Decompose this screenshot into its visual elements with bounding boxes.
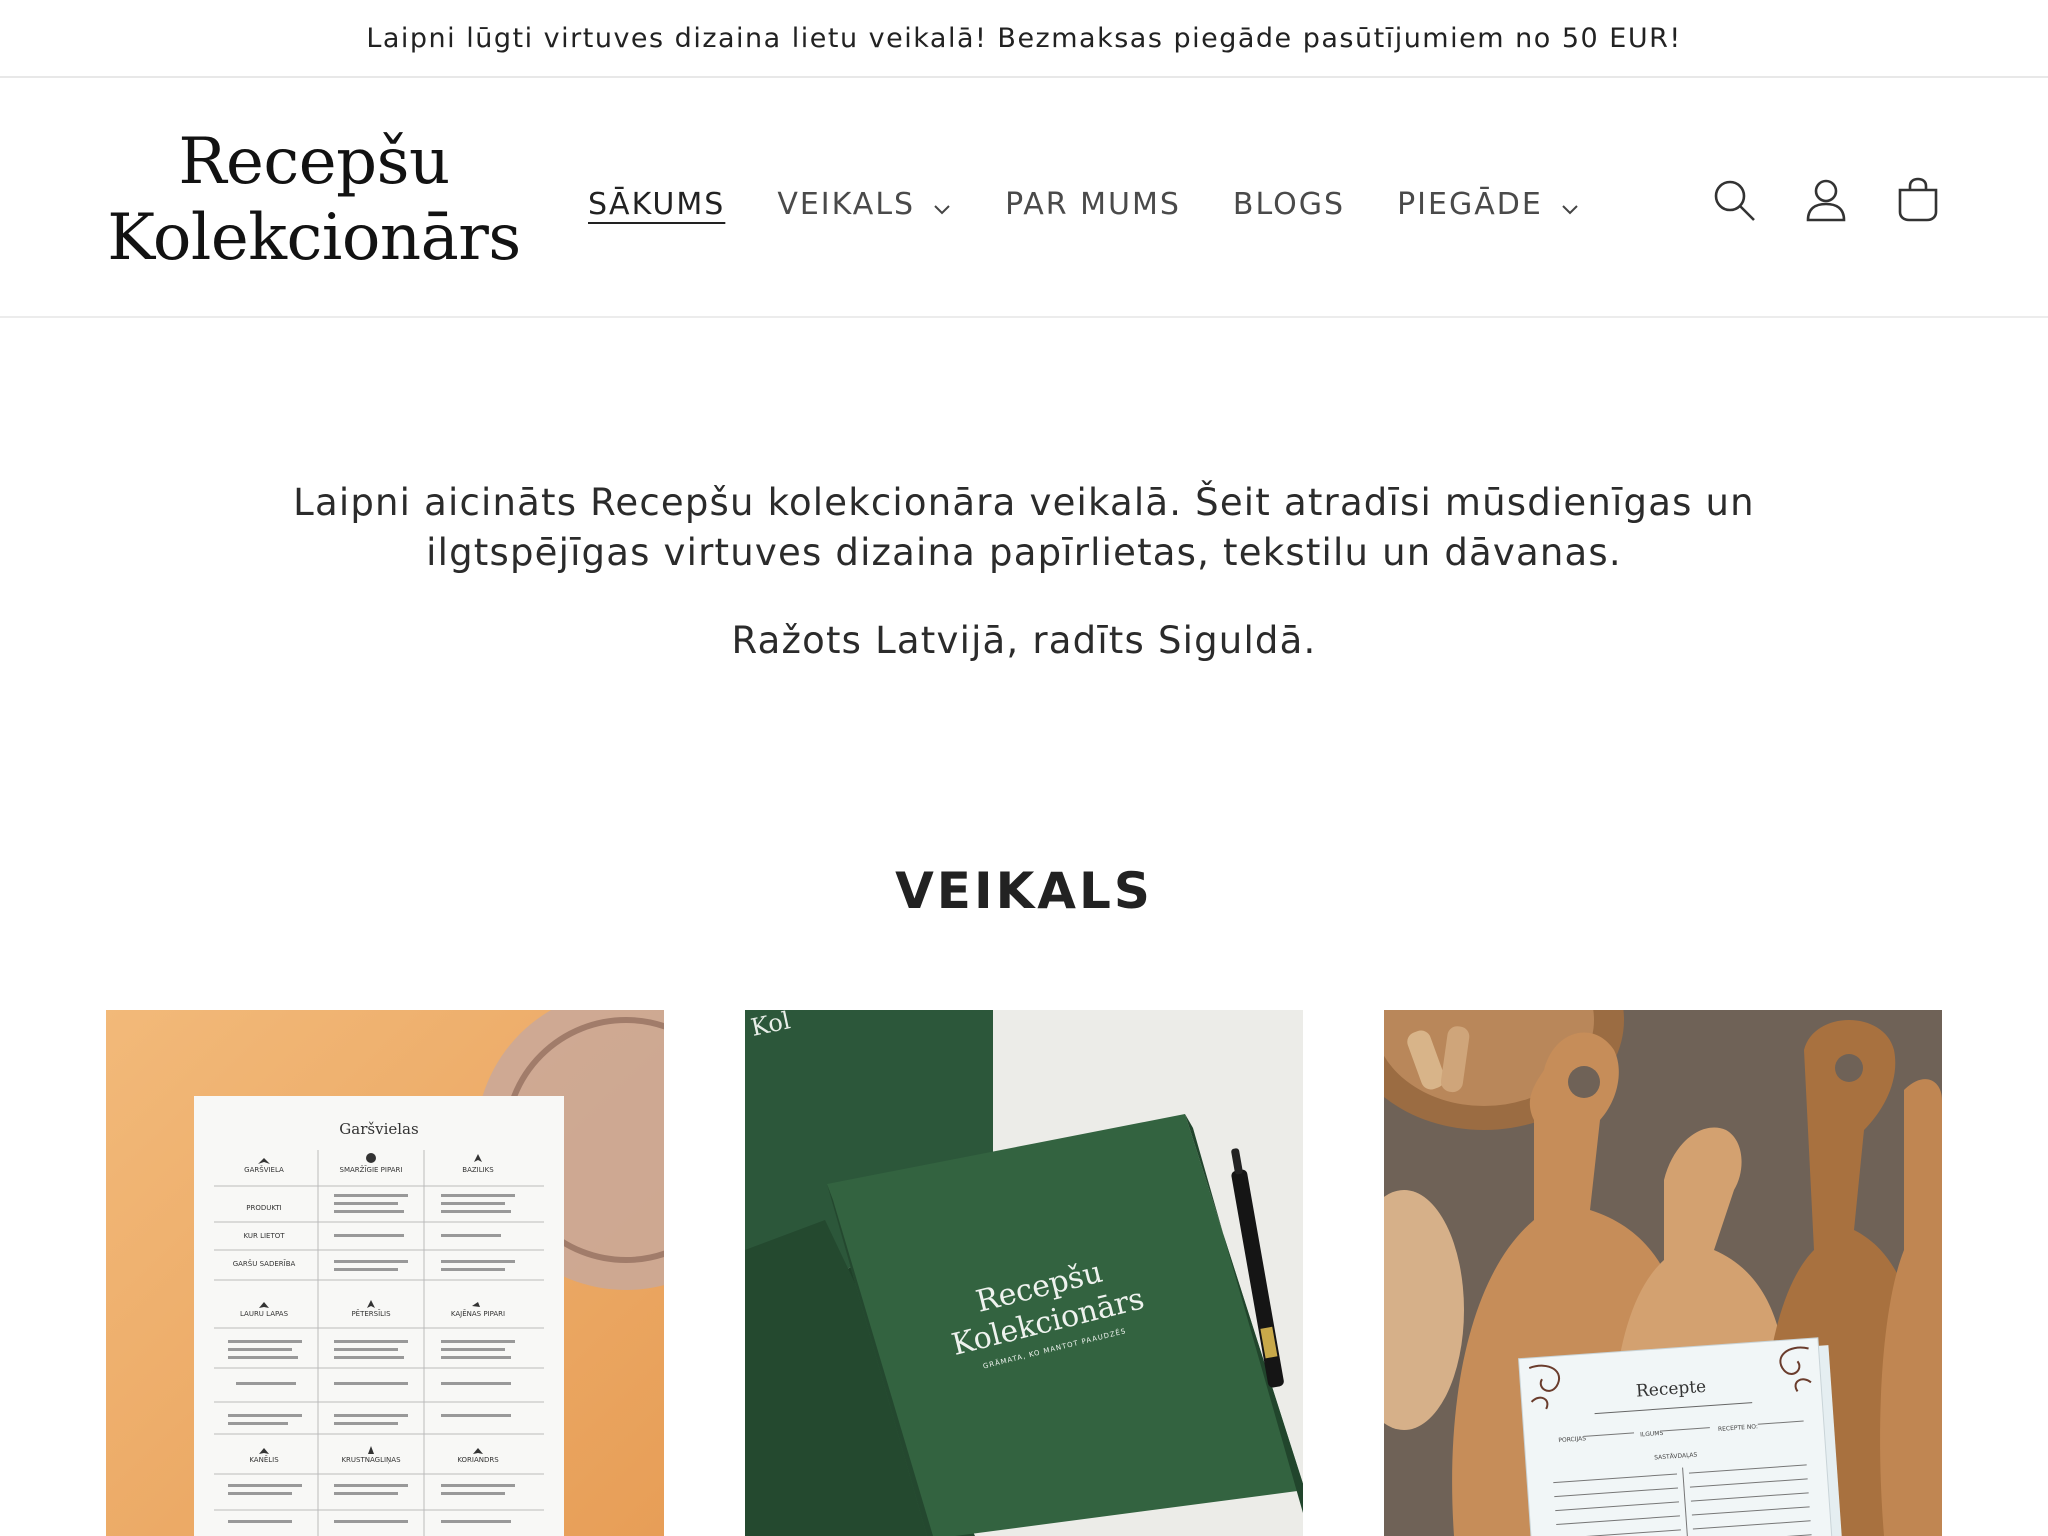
intro-paragraph: Laipni aicināts Recepšu kolekcionāra vei… — [293, 481, 1755, 574]
chart-header: KANĒLIS — [249, 1455, 279, 1464]
nav-label: BLOGS — [1232, 186, 1346, 222]
chart-header: BAZILIKS — [462, 1166, 494, 1174]
logo-line-2: Kolekcionārs — [107, 201, 521, 275]
product-image: Recepte PORCIJAS ILGUMS RECEPTE NO: SAST… — [1384, 1010, 1942, 1536]
chart-header: GARŠVIELA — [244, 1165, 284, 1174]
section-title: VEIKALS — [895, 862, 1153, 920]
chevron-down-icon — [931, 193, 953, 215]
chart-row: GARŠU SADERĪBA — [233, 1259, 296, 1268]
header-icons — [1672, 170, 1948, 230]
nav-item-piegade[interactable]: PIEGĀDE — [1397, 174, 1581, 234]
chart-header: SMARŽĪGIE PIPARI — [340, 1165, 403, 1174]
nav-item-veikals[interactable]: VEIKALS — [777, 174, 953, 234]
chart-header: KAJĒNAS PIPARI — [451, 1309, 505, 1318]
site-logo[interactable]: Recepšu Kolekcionārs — [104, 124, 524, 276]
product-card[interactable]: Recepte PORCIJAS ILGUMS RECEPTE NO: SAST… — [1384, 1010, 1942, 1536]
product-card[interactable]: Kol Recepšu Kolekcionārs GRĀMATA, KO MAN… — [745, 1010, 1303, 1536]
nav-label: VEIKALS — [777, 186, 916, 222]
chart-row: PRODUKTI — [246, 1204, 282, 1212]
account-icon[interactable] — [1796, 170, 1856, 230]
chart-header: KORIANDRS — [457, 1456, 499, 1464]
chart-title: Garšvielas — [339, 1120, 418, 1138]
chart-header: KRUSTNAGLIŅAS — [341, 1456, 401, 1465]
nav-item-sakums[interactable]: SĀKUMS — [588, 174, 725, 234]
announcement-bar: Laipni lūgti virtuves dizaina lietu veik… — [0, 0, 2048, 78]
product-image: Garšvielas GARŠVIELA SMARŽĪGIE PIPARI BA… — [106, 1010, 664, 1536]
main-nav: SĀKUMS VEIKALS PAR MUMS BLOGS PIEGĀDE — [588, 174, 1633, 234]
chart-header: LAURU LAPAS — [240, 1310, 289, 1318]
nav-label: SĀKUMS — [588, 186, 726, 222]
intro-tagline: Ražots Latvijā, radīts Siguldā. — [731, 619, 1317, 662]
cart-icon[interactable] — [1888, 170, 1948, 230]
chevron-down-icon — [1559, 193, 1581, 215]
nav-item-par-mums[interactable]: PAR MUMS — [1005, 174, 1181, 234]
site-header: Recepšu Kolekcionārs SĀKUMS VEIKALS PAR … — [0, 78, 2048, 318]
product-image: Kol Recepšu Kolekcionārs GRĀMATA, KO MAN… — [745, 1010, 1303, 1536]
nav-item-blogs[interactable]: BLOGS — [1233, 174, 1345, 234]
nav-label: PAR MUMS — [1005, 186, 1181, 222]
intro-text: Laipni aicināts Recepšu kolekcionāra vei… — [200, 478, 1848, 666]
nav-label: PIEGĀDE — [1397, 186, 1543, 222]
product-card[interactable]: Garšvielas GARŠVIELA SMARŽĪGIE PIPARI BA… — [106, 1010, 664, 1536]
logo-line-1: Recepšu — [178, 125, 450, 199]
announcement-text: Laipni lūgti virtuves dizaina lietu veik… — [366, 22, 1682, 54]
chart-row: KUR LIETOT — [243, 1232, 285, 1240]
chart-header: PĒTERSĪLIS — [351, 1309, 391, 1318]
search-icon[interactable] — [1704, 170, 1764, 230]
